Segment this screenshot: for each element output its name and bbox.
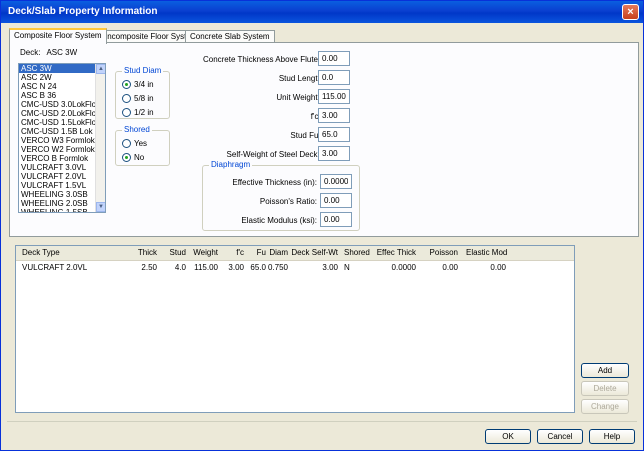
radio-label: 1/2 in [134,108,154,117]
poissons-ratio-label: Poisson's Ratio: [259,197,317,206]
elastic-modulus-input[interactable] [320,212,352,227]
stud-diam-radio-5-8[interactable]: 5/8 in [122,93,154,104]
list-item[interactable]: VULCRAFT 2.0VL [19,172,96,181]
cell-weight: 115.00 [194,263,218,272]
cell-deck-self-wt: 3.00 [322,263,338,272]
radio-unchecked-icon [122,94,131,104]
cell-elastic-mod: 0.00 [490,263,506,272]
listbox-scrollbar[interactable]: ▲ ▼ [95,64,105,212]
footer-separator [7,421,637,422]
shored-legend: Shored [122,125,152,134]
scroll-down-icon[interactable]: ▼ [96,202,105,212]
list-item[interactable]: CMC-USD 1.5B Lok [19,127,96,136]
deck-current-value: ASC 3W [46,48,78,57]
fc-input[interactable] [318,108,350,123]
list-item[interactable]: VERCO B Formlok [19,154,96,163]
column-header[interactable]: Thick [119,246,157,260]
table-row[interactable]: VULCRAFT 2.0VL 2.50 4.0 115.00 3.00 65.0… [16,262,574,274]
list-item[interactable]: ASC B 36 [19,91,96,100]
deck-label: Deck: ASC 3W [20,48,77,57]
composite-floor-panel: Deck: ASC 3W ASC 3W ASC 2W ASC N 24 ASC B 36… [9,42,639,237]
list-item[interactable]: WHEELING 2.0SB [19,199,96,208]
column-header[interactable]: Diam [262,246,288,260]
list-item[interactable]: CMC-USD 3.0LokFlo [19,100,96,109]
help-button[interactable]: Help [589,429,635,444]
stud-length-input[interactable] [318,70,350,85]
cell-effec-thick: 0.0000 [391,263,416,272]
deck-type-listbox[interactable]: ASC 3W ASC 2W ASC N 24 ASC B 36 CMC-USD 3.0L… [18,63,106,213]
column-header[interactable]: Poisson [424,246,458,260]
column-header[interactable]: Deck Self-Wt [286,246,338,260]
shored-radio-no[interactable]: No [122,152,144,163]
concrete-thickness-input[interactable] [318,51,350,66]
stud-diam-radio-1-2[interactable]: 1/2 in [122,107,154,118]
close-button[interactable]: × [622,4,639,20]
poissons-ratio-input[interactable] [320,193,352,208]
close-icon: × [627,6,634,18]
stud-diam-group: Stud Diam 3/4 in 5/8 in 1/2 in [115,66,170,119]
elastic-modulus-label: Elastic Modulus (ksi): [241,216,317,225]
list-item[interactable]: CMC-USD 1.5LokFlo [19,118,96,127]
cell-thick: 2.50 [141,263,157,272]
column-header[interactable]: Elastic Mod [466,246,507,260]
list-item[interactable]: ASC N 24 [19,82,96,91]
column-header[interactable]: Effec Thick [376,246,416,260]
title-bar[interactable]: Deck/Slab Property Information × [1,1,643,23]
scroll-up-icon[interactable]: ▲ [96,64,105,74]
column-header[interactable]: Deck Type [22,246,60,260]
delete-button[interactable]: Delete [581,381,629,396]
diaphragm-legend: Diaphragm [209,160,253,169]
list-item[interactable]: CMC-USD 2.0LokFlo [19,109,96,118]
list-item[interactable]: VULCRAFT 3.0VL [19,163,96,172]
stud-diam-radio-3-4[interactable]: 3/4 in [122,79,154,90]
change-button[interactable]: Change [581,399,629,414]
deck-slab-dialog: Deck/Slab Property Information × Composi… [0,0,644,451]
radio-checked-icon [122,80,131,90]
radio-label: Yes [134,139,148,148]
window-title: Deck/Slab Property Information [8,6,158,17]
deck-label-text: Deck: [20,48,41,57]
table-header: Deck Type Thick Stud Weight f'c Fu Diam … [16,246,574,261]
cell-deck-type: VULCRAFT 2.0VL [22,263,88,272]
cell-shored: N [344,263,350,272]
diaphragm-group: Diaphragm Effective Thickness (in): Pois… [202,160,360,231]
add-button[interactable]: Add [581,363,629,378]
cell-poisson: 0.00 [442,263,458,272]
column-header[interactable]: Weight [176,246,218,260]
cell-diam: 0.750 [267,263,288,272]
unit-weight-input[interactable] [318,89,350,104]
list-item[interactable]: VERCO W2 Formlok [19,145,96,154]
radio-unchecked-icon [122,108,131,118]
list-item[interactable]: WHEELING 3.0SB [19,190,96,199]
list-item[interactable]: ASC 3W [19,64,96,73]
radio-unchecked-icon [122,139,131,149]
cancel-button[interactable]: Cancel [537,429,583,444]
list-item[interactable]: VERCO W3 Formlok [19,136,96,145]
list-item[interactable]: ASC 2W [19,73,96,82]
list-item[interactable]: WHEELING 1.5SB [19,208,96,212]
shored-group: Shored Yes No [115,125,170,166]
ok-button[interactable]: OK [485,429,531,444]
effective-thickness-input[interactable] [320,174,352,189]
stud-fu-input[interactable] [318,127,350,142]
radio-label: 5/8 in [134,94,154,103]
effective-thickness-label: Effective Thickness (in): [232,178,317,187]
tab-composite-floor-system[interactable]: Composite Floor System [9,28,107,44]
stud-diam-legend: Stud Diam [122,66,164,75]
radio-checked-icon [122,153,131,163]
list-item[interactable]: VULCRAFT 1.5VL [19,181,96,190]
radio-label: 3/4 in [134,80,154,89]
column-header[interactable]: Shored [344,246,370,260]
shored-radio-yes[interactable]: Yes [122,138,147,149]
self-weight-input[interactable] [318,146,350,161]
deck-table: Deck Type Thick Stud Weight f'c Fu Diam … [15,245,575,413]
radio-label: No [134,153,145,162]
